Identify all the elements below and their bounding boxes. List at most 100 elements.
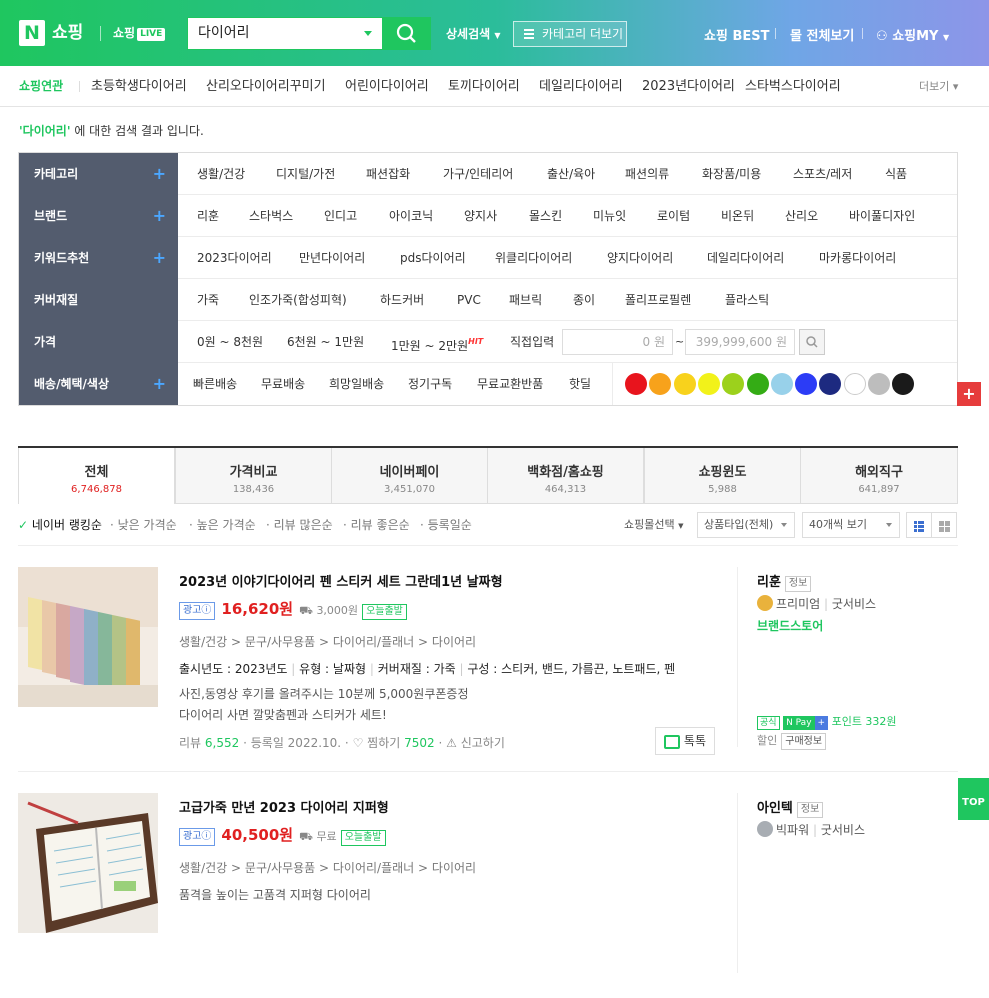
grid-view-button[interactable] xyxy=(931,512,957,538)
brand-option[interactable]: 로이텀 xyxy=(657,195,690,237)
tab-shopping-window[interactable]: 쇼핑윈도 5,988 xyxy=(644,448,801,504)
related-keyword[interactable]: 토끼다이어리 xyxy=(448,66,520,107)
filter-head-keyword[interactable]: 키워드추천 + xyxy=(19,237,178,279)
delivery-option[interactable]: 무료배송 xyxy=(261,363,305,405)
search-input[interactable]: 다이어리 xyxy=(187,17,383,50)
autocomplete-caret-icon[interactable] xyxy=(364,31,372,36)
price-max-input[interactable]: 399,999,600 원 xyxy=(685,329,795,355)
sort-ranking[interactable]: ✓ 네이버 랭킹순 xyxy=(18,504,102,546)
category-crumb[interactable]: 다이어리/플래너 xyxy=(333,635,414,649)
tab-department[interactable]: 백화점/홈쇼핑 464,313 xyxy=(487,448,644,504)
price-min-input[interactable]: 0 원 xyxy=(562,329,673,355)
delivery-option[interactable]: 희망일배송 xyxy=(329,363,384,405)
brand-option[interactable]: 산리오 xyxy=(785,195,818,237)
scroll-top-button[interactable]: TOP xyxy=(958,778,989,820)
color-swatch[interactable] xyxy=(843,373,866,395)
mall-all-link[interactable]: 몰 전체보기 xyxy=(790,25,854,44)
product-title[interactable]: 고급가죽 만년 2023 다이어리 지퍼형 xyxy=(179,797,389,816)
keyword-option[interactable]: 마카롱다이어리 xyxy=(819,237,896,279)
related-keyword[interactable]: 스타벅스다이어리 xyxy=(745,66,841,107)
tab-price-compare[interactable]: 가격비교 138,436 xyxy=(175,448,332,504)
mall-select[interactable]: 쇼핑몰선택 ▼ xyxy=(624,504,684,547)
related-keyword[interactable]: 산리오다이어리꾸미기 xyxy=(206,66,326,107)
keyword-option[interactable]: 데일리다이어리 xyxy=(707,237,784,279)
side-plus-button[interactable]: + xyxy=(957,382,981,406)
shopping-best-link[interactable]: 쇼핑 BEST xyxy=(704,25,769,44)
keyword-option[interactable]: 위클리다이어리 xyxy=(495,237,572,279)
plus-icon[interactable]: + xyxy=(153,195,166,237)
product-image[interactable] xyxy=(18,567,158,707)
keyword-option[interactable]: 만년다이어리 xyxy=(299,237,365,279)
delivery-option[interactable]: 무료교환반품 xyxy=(477,363,543,405)
product-title[interactable]: 2023년 이야기다이어리 펜 스티커 세트 그란데1년 날짜형 xyxy=(179,571,503,590)
tab-all[interactable]: 전체 6,746,878 xyxy=(18,448,175,504)
cover-option[interactable]: 인조가죽(합성피혁) xyxy=(249,279,347,321)
category-crumb[interactable]: 문구/사무용품 xyxy=(245,861,315,875)
mall-link[interactable]: 아인텍 xyxy=(757,801,793,816)
filter-head-category[interactable]: 카테고리 + xyxy=(19,153,178,195)
talktalk-button[interactable]: 톡톡 xyxy=(655,727,715,755)
sort-review-score[interactable]: · 리뷰 좋은순 xyxy=(343,504,410,546)
category-option[interactable]: 패션의류 xyxy=(625,153,669,195)
brand-option[interactable]: 리훈 xyxy=(197,195,219,237)
color-swatch[interactable] xyxy=(649,373,672,395)
category-crumb[interactable]: 다이어리 xyxy=(432,861,476,875)
cover-option[interactable]: 플라스틱 xyxy=(725,279,769,321)
category-option[interactable]: 출산/육아 xyxy=(547,153,595,195)
buy-info-button[interactable]: 구매정보 xyxy=(781,733,827,750)
tab-overseas[interactable]: 해외직구 641,897 xyxy=(800,448,958,504)
related-keyword[interactable]: 2023년다이어리 xyxy=(642,66,735,107)
view-count-select[interactable]: 40개씩 보기 xyxy=(802,512,900,538)
mall-info-button[interactable]: 정보 xyxy=(796,802,824,818)
naver-logo[interactable]: N xyxy=(19,20,45,46)
product-type-select[interactable]: 상품타입(전체) xyxy=(697,512,795,538)
category-option[interactable]: 스포츠/레저 xyxy=(793,153,852,195)
sort-recent[interactable]: · 등록일순 xyxy=(420,504,472,546)
color-swatch[interactable] xyxy=(795,373,818,395)
color-swatch[interactable] xyxy=(868,373,890,395)
keyword-option[interactable]: pds다이어리 xyxy=(400,237,466,279)
sort-review-count[interactable]: · 리뷰 많은순 xyxy=(266,504,333,546)
delivery-option[interactable]: 핫딜 xyxy=(569,363,591,405)
price-option-hit[interactable]: 1만원 ~ 2만원HIT xyxy=(391,321,483,367)
category-more-button[interactable]: 카테고리 더보기 xyxy=(513,21,627,47)
price-search-button[interactable] xyxy=(799,329,825,355)
category-option[interactable]: 패션잡화 xyxy=(366,153,410,195)
delivery-option[interactable]: 빠른배송 xyxy=(193,363,237,405)
plus-icon[interactable]: + xyxy=(153,237,166,279)
filter-head-delivery[interactable]: 배송/혜택/색상 + xyxy=(19,363,178,405)
sort-high-price[interactable]: · 높은 가격순 xyxy=(189,504,256,546)
category-crumb[interactable]: 생활/건강 xyxy=(179,635,227,649)
category-option[interactable]: 식품 xyxy=(885,153,907,195)
report-button[interactable]: 신고하기 xyxy=(461,736,505,750)
search-button[interactable] xyxy=(382,17,431,50)
delivery-option[interactable]: 정기구독 xyxy=(408,363,452,405)
cover-option[interactable]: 종이 xyxy=(573,279,595,321)
mall-link[interactable]: 리훈 xyxy=(757,575,781,590)
brand-option[interactable]: 미뉴잇 xyxy=(593,195,626,237)
related-keyword[interactable]: 데일리다이어리 xyxy=(539,66,623,107)
brand-option[interactable]: 스타벅스 xyxy=(249,195,293,237)
product-image[interactable] xyxy=(18,793,158,933)
price-option[interactable]: 0원 ~ 8천원 xyxy=(197,321,263,363)
tab-naverpay[interactable]: 네이버페이 3,451,070 xyxy=(331,448,488,504)
detail-search-button[interactable]: 상세검색 ▼ xyxy=(446,25,501,42)
category-crumb[interactable]: 문구/사무용품 xyxy=(245,635,315,649)
brand-option[interactable]: 비온뒤 xyxy=(721,195,754,237)
brand-option[interactable]: 아이코닉 xyxy=(389,195,433,237)
color-swatch[interactable] xyxy=(892,373,915,395)
brand-option[interactable]: 몰스킨 xyxy=(529,195,562,237)
brand-option[interactable]: 양지사 xyxy=(464,195,497,237)
related-keyword[interactable]: 어린이다이어리 xyxy=(345,66,429,107)
category-crumb[interactable]: 생활/건강 xyxy=(179,861,227,875)
category-crumb[interactable]: 다이어리/플래너 xyxy=(333,861,414,875)
color-swatch[interactable] xyxy=(770,373,793,395)
cover-option[interactable]: 하드커버 xyxy=(380,279,424,321)
category-option[interactable]: 가구/인테리어 xyxy=(443,153,513,195)
ad-badge[interactable]: 광고ⓘ xyxy=(179,602,216,620)
heart-icon[interactable]: ♡ xyxy=(353,736,364,750)
price-option[interactable]: 6천원 ~ 1만원 xyxy=(287,321,364,363)
cover-option[interactable]: PVC xyxy=(457,279,481,321)
sort-low-price[interactable]: · 낮은 가격순 xyxy=(110,504,177,546)
ad-badge[interactable]: 광고ⓘ xyxy=(179,828,216,846)
